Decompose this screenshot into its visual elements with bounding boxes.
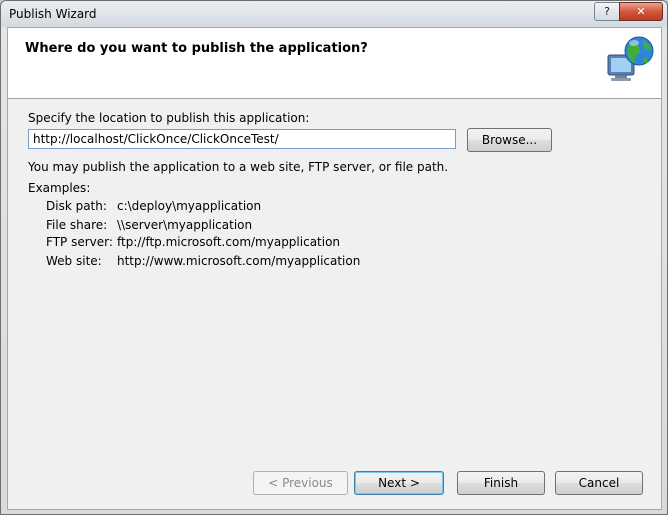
info-text: You may publish the application to a web… (28, 160, 449, 174)
previous-button[interactable]: < Previous (253, 471, 348, 495)
window-title: Publish Wizard (9, 7, 97, 21)
location-label: Specify the location to publish this app… (28, 111, 310, 125)
next-button[interactable]: Next > (354, 471, 444, 495)
example-label-ftp-server: FTP server: (46, 235, 113, 249)
example-value-file-share: \\server\myapplication (117, 218, 253, 232)
example-value-web-site: http://www.microsoft.com/myapplication (117, 254, 361, 268)
location-input[interactable]: http://localhost/ClickOnce/ClickOnceTest… (28, 129, 456, 149)
wizard-body: Where do you want to publish the applica… (7, 27, 662, 510)
page-title: Where do you want to publish the applica… (25, 41, 368, 56)
example-value-ftp-server: ftp://ftp.microsoft.com/myapplication (117, 235, 341, 249)
help-icon: ? (604, 5, 610, 18)
example-label-file-share: File share: (46, 218, 108, 232)
example-label-web-site: Web site: (46, 254, 102, 268)
help-button[interactable]: ? (594, 2, 620, 21)
example-value-disk-path: c:\deploy\myapplication (117, 199, 262, 213)
browse-button[interactable]: Browse... (467, 128, 552, 152)
title-bar[interactable]: Publish Wizard ? ✕ (1, 1, 667, 27)
finish-button[interactable]: Finish (457, 471, 545, 495)
close-button[interactable]: ✕ (619, 2, 663, 21)
globe-network-icon (607, 36, 654, 81)
cancel-button[interactable]: Cancel (555, 471, 643, 495)
example-label-disk-path: Disk path: (46, 199, 107, 213)
publish-wizard-window: Publish Wizard ? ✕ Where do you want to … (0, 0, 668, 515)
wizard-header: Where do you want to publish the applica… (8, 28, 661, 99)
close-icon: ✕ (636, 5, 646, 18)
examples-heading: Examples: (28, 181, 91, 195)
